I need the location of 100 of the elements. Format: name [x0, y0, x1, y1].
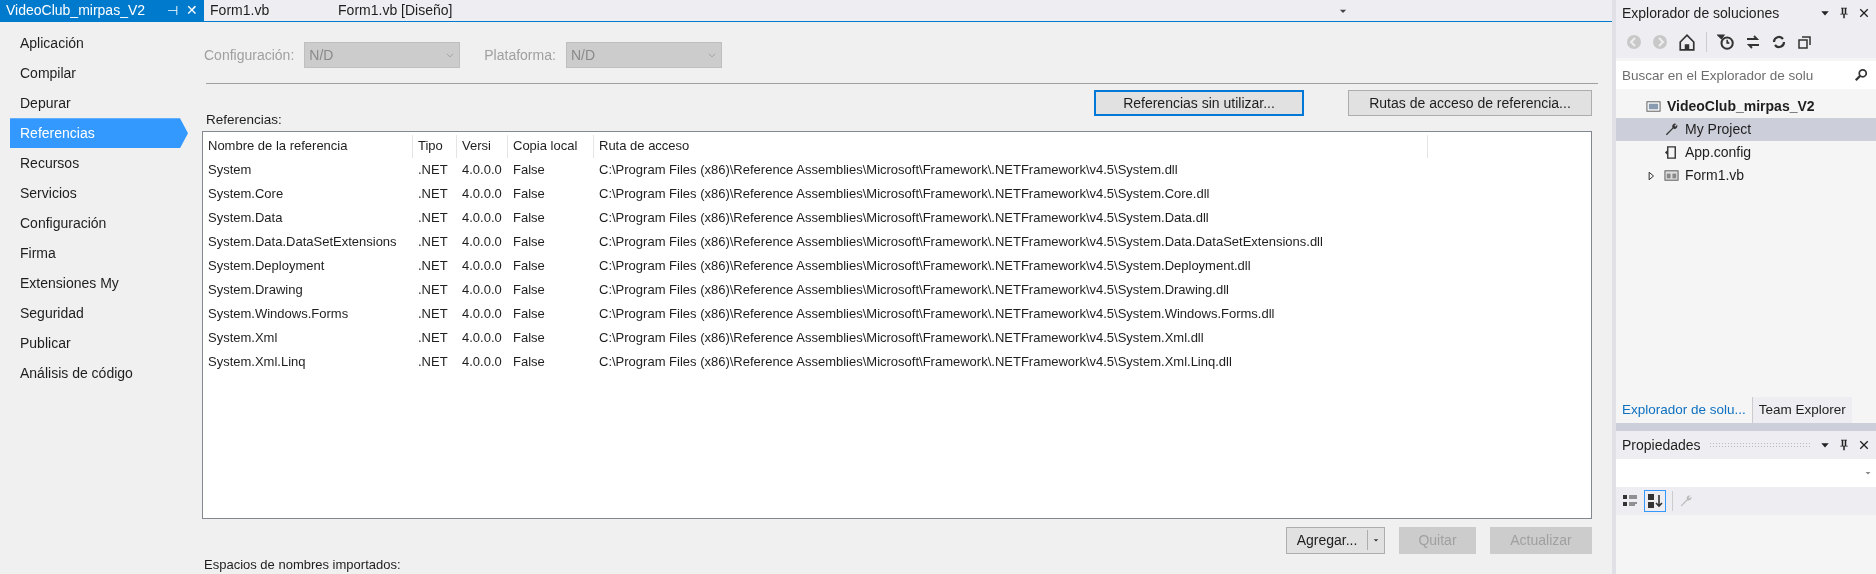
table-cell-text: System.Data [207, 208, 284, 227]
close-icon[interactable] [1858, 439, 1870, 451]
tree-item[interactable]: My Project [1616, 118, 1876, 141]
table-cell-text: False [512, 280, 546, 299]
nav-item[interactable]: Depurar [10, 88, 180, 119]
button[interactable]: Rutas de acceso de referencia... [1348, 90, 1592, 117]
table-cell-text: System.Xml.Linq [207, 352, 307, 371]
document-tab[interactable]: Form1.vb [Diseño] [332, 0, 459, 21]
refresh-icon[interactable] [1771, 34, 1787, 50]
dropdown-icon[interactable] [1820, 8, 1830, 18]
column-header[interactable]: Versi [457, 134, 508, 158]
nav-item[interactable]: Firma [10, 238, 180, 269]
table-cell-text: System.Deployment [207, 256, 326, 275]
settings-icon[interactable] [1664, 122, 1679, 137]
categorized-icon[interactable] [1622, 493, 1638, 509]
table-cell-text: .NET [417, 304, 449, 323]
table-cell-text: C:\Program Files (x86)\Reference Assemblies\Microsoft\Framework\.NETFramework\v4.5\System.Data.dll [598, 208, 1210, 227]
table-cell-text: .NET [417, 328, 449, 347]
tree-item[interactable]: VideoClub_mirpas_V2 [1616, 95, 1876, 118]
table-cell-text: .NET [417, 256, 449, 275]
nav-item[interactable]: Configuración [10, 208, 180, 239]
caret-down-icon[interactable] [1864, 469, 1872, 477]
column-header[interactable]: Tipo [413, 134, 457, 158]
nav-item[interactable]: Compilar [10, 58, 180, 89]
column-header[interactable]: Copia local [508, 134, 594, 158]
nav-item[interactable]: Seguridad [10, 298, 180, 329]
home-icon[interactable] [1678, 33, 1696, 51]
close-button[interactable]: ✕ [186, 0, 199, 21]
field-label: Configuración: [204, 45, 295, 65]
table-cell-text: C:\Program Files (x86)\Reference Assemblies\Microsoft\Framework\.NETFramework\v4.5\System.Xml.dll [598, 328, 1205, 347]
table-cell-text: .NET [417, 184, 449, 203]
sort-alphabetical-icon[interactable] [1647, 493, 1663, 509]
table-cell-text: False [512, 328, 546, 347]
table-cell-text: False [512, 184, 546, 203]
table-cell-text: 4.0.0.0 [461, 304, 503, 323]
table-cell-text: System [207, 160, 253, 179]
document-tab[interactable]: Form1.vb [204, 0, 333, 21]
nav-item[interactable]: Análisis de código [10, 358, 180, 389]
panel-tab[interactable]: Team Explorer [1752, 397, 1852, 423]
form-icon[interactable] [1664, 168, 1679, 183]
table-cell-text: 4.0.0.0 [461, 160, 503, 179]
table-cell-text: 4.0.0.0 [461, 232, 503, 251]
nav-item[interactable]: Extensiones My [10, 268, 180, 299]
table-cell-text: False [512, 208, 546, 227]
table-cell-text: .NET [417, 232, 449, 251]
project-icon[interactable] [1646, 99, 1661, 114]
table-cell-text: False [512, 256, 546, 275]
table-cell-text: C:\Program Files (x86)\Reference Assemblies\Microsoft\Framework\.NETFramework\v4.5\System.dll [598, 160, 1179, 179]
panel-title: Explorador de soluciones [1622, 3, 1781, 23]
nav-item[interactable]: Publicar [10, 328, 180, 359]
table-cell-text: System.Core [207, 184, 285, 203]
table-cell-text: C:\Program Files (x86)\Reference Assemblies\Microsoft\Framework\.NETFramework\v4.5\System.Windows.Forms.dll [598, 304, 1276, 323]
expand-arrow-icon[interactable] [1646, 170, 1656, 181]
nav-item[interactable]: Servicios [10, 178, 180, 209]
table-cell-text: 4.0.0.0 [461, 256, 503, 275]
table-cell-text: .NET [417, 352, 449, 371]
config-icon[interactable] [1664, 145, 1679, 160]
document-tab[interactable]: VideoClub_mirpas_V2 ⊣ ✕ [0, 0, 205, 21]
table-cell-text: 4.0.0.0 [461, 184, 503, 203]
sync-icon[interactable] [1745, 34, 1761, 50]
search-icon[interactable] [1854, 68, 1868, 82]
table-cell-text: 4.0.0.0 [461, 280, 503, 299]
table-cell-text: 4.0.0.0 [461, 352, 503, 371]
table-cell-text: .NET [417, 280, 449, 299]
tree-item[interactable]: App.config [1616, 141, 1876, 164]
nav-item[interactable]: Aplicación [10, 28, 180, 59]
table-cell-text: System.Drawing [207, 280, 304, 299]
table-cell-text: System.Data.DataSetExtensions [207, 232, 398, 251]
column-header[interactable]: Nombre de la referencia [203, 134, 413, 158]
table-cell-text: False [512, 304, 546, 323]
button[interactable]: Agregar... [1286, 526, 1385, 554]
table-cell-text: C:\Program Files (x86)\Reference Assemblies\Microsoft\Framework\.NETFramework\v4.5\System.Xml.Linq.dll [598, 352, 1233, 371]
table-cell-text: .NET [417, 208, 449, 227]
close-icon[interactable] [1858, 7, 1870, 19]
pin-icon[interactable] [1838, 439, 1850, 451]
field-label: Plataforma: [484, 45, 556, 65]
table-cell-text: False [512, 352, 546, 371]
button[interactable]: Referencias sin utilizar... [1094, 90, 1304, 117]
section-label: Espacios de nombres importados: [204, 555, 402, 574]
panel-title: Propiedades [1622, 435, 1701, 455]
section-label: Referencias: [206, 111, 282, 130]
table-cell-text: .NET [417, 160, 449, 179]
tree-item[interactable]: Form1.vb [1616, 164, 1876, 187]
table-cell-text: System.Windows.Forms [207, 304, 350, 323]
collapse-all-icon[interactable] [1797, 34, 1813, 50]
column-header[interactable]: Ruta de acceso [594, 134, 1428, 158]
table-cell-text: C:\Program Files (x86)\Reference Assemblies\Microsoft\Framework\.NETFramework\v4.5\System.Data.DataSetExtensions.dll [598, 232, 1324, 251]
table-cell-text: 4.0.0.0 [461, 328, 503, 347]
pin-icon[interactable] [1838, 7, 1850, 19]
table-cell-text: False [512, 232, 546, 251]
dropdown-icon[interactable] [1820, 440, 1830, 450]
pin-button[interactable]: ⊣ [167, 0, 179, 21]
table-cell-text: System.Xml [207, 328, 279, 347]
search-field[interactable]: Buscar en el Explorador de solu [1616, 61, 1876, 89]
table-cell-text: C:\Program Files (x86)\Reference Assemblies\Microsoft\Framework\.NETFramework\v4.5\System.Deployment.dll [598, 256, 1252, 275]
history-icon[interactable] [1717, 33, 1735, 51]
nav-item[interactable]: Recursos [10, 148, 180, 179]
table-cell-text: C:\Program Files (x86)\Reference Assemblies\Microsoft\Framework\.NETFramework\v4.5\System.Core.dll [598, 184, 1211, 203]
table-cell-text: False [512, 160, 546, 179]
table-cell-text: C:\Program Files (x86)\Reference Assemblies\Microsoft\Framework\.NETFramework\v4.5\System.Drawing.dll [598, 280, 1230, 299]
